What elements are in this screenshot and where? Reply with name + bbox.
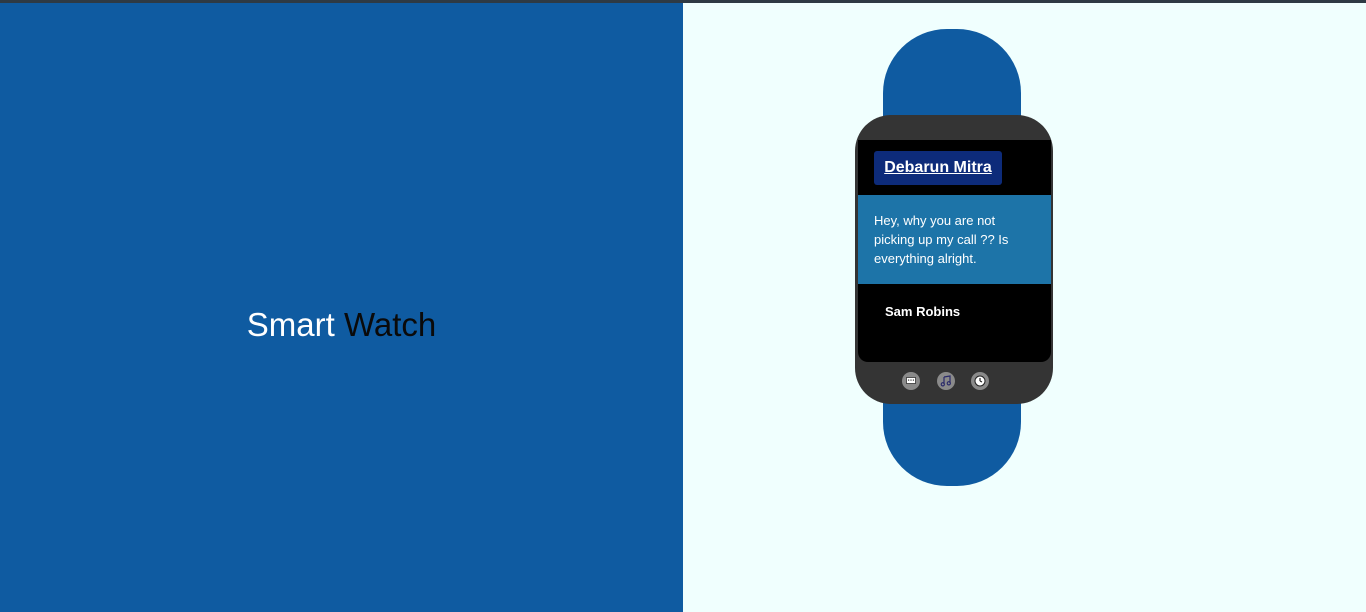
music-icon[interactable]: [937, 372, 955, 390]
hero-title-word-2: Watch: [343, 306, 437, 343]
watch-screen: Debarun Mitra Hey, why you are not picki…: [858, 140, 1051, 362]
clock-icon[interactable]: [971, 372, 989, 390]
hero-title-word-1: Smart: [246, 306, 335, 343]
sender-name-link[interactable]: Debarun Mitra: [874, 151, 1002, 185]
message-text: Hey, why you are not picking up my call …: [858, 195, 1051, 284]
message-icon[interactable]: [902, 372, 920, 390]
hero-title: Smart Watch: [0, 305, 683, 345]
contact-name: Sam Robins: [885, 304, 961, 319]
